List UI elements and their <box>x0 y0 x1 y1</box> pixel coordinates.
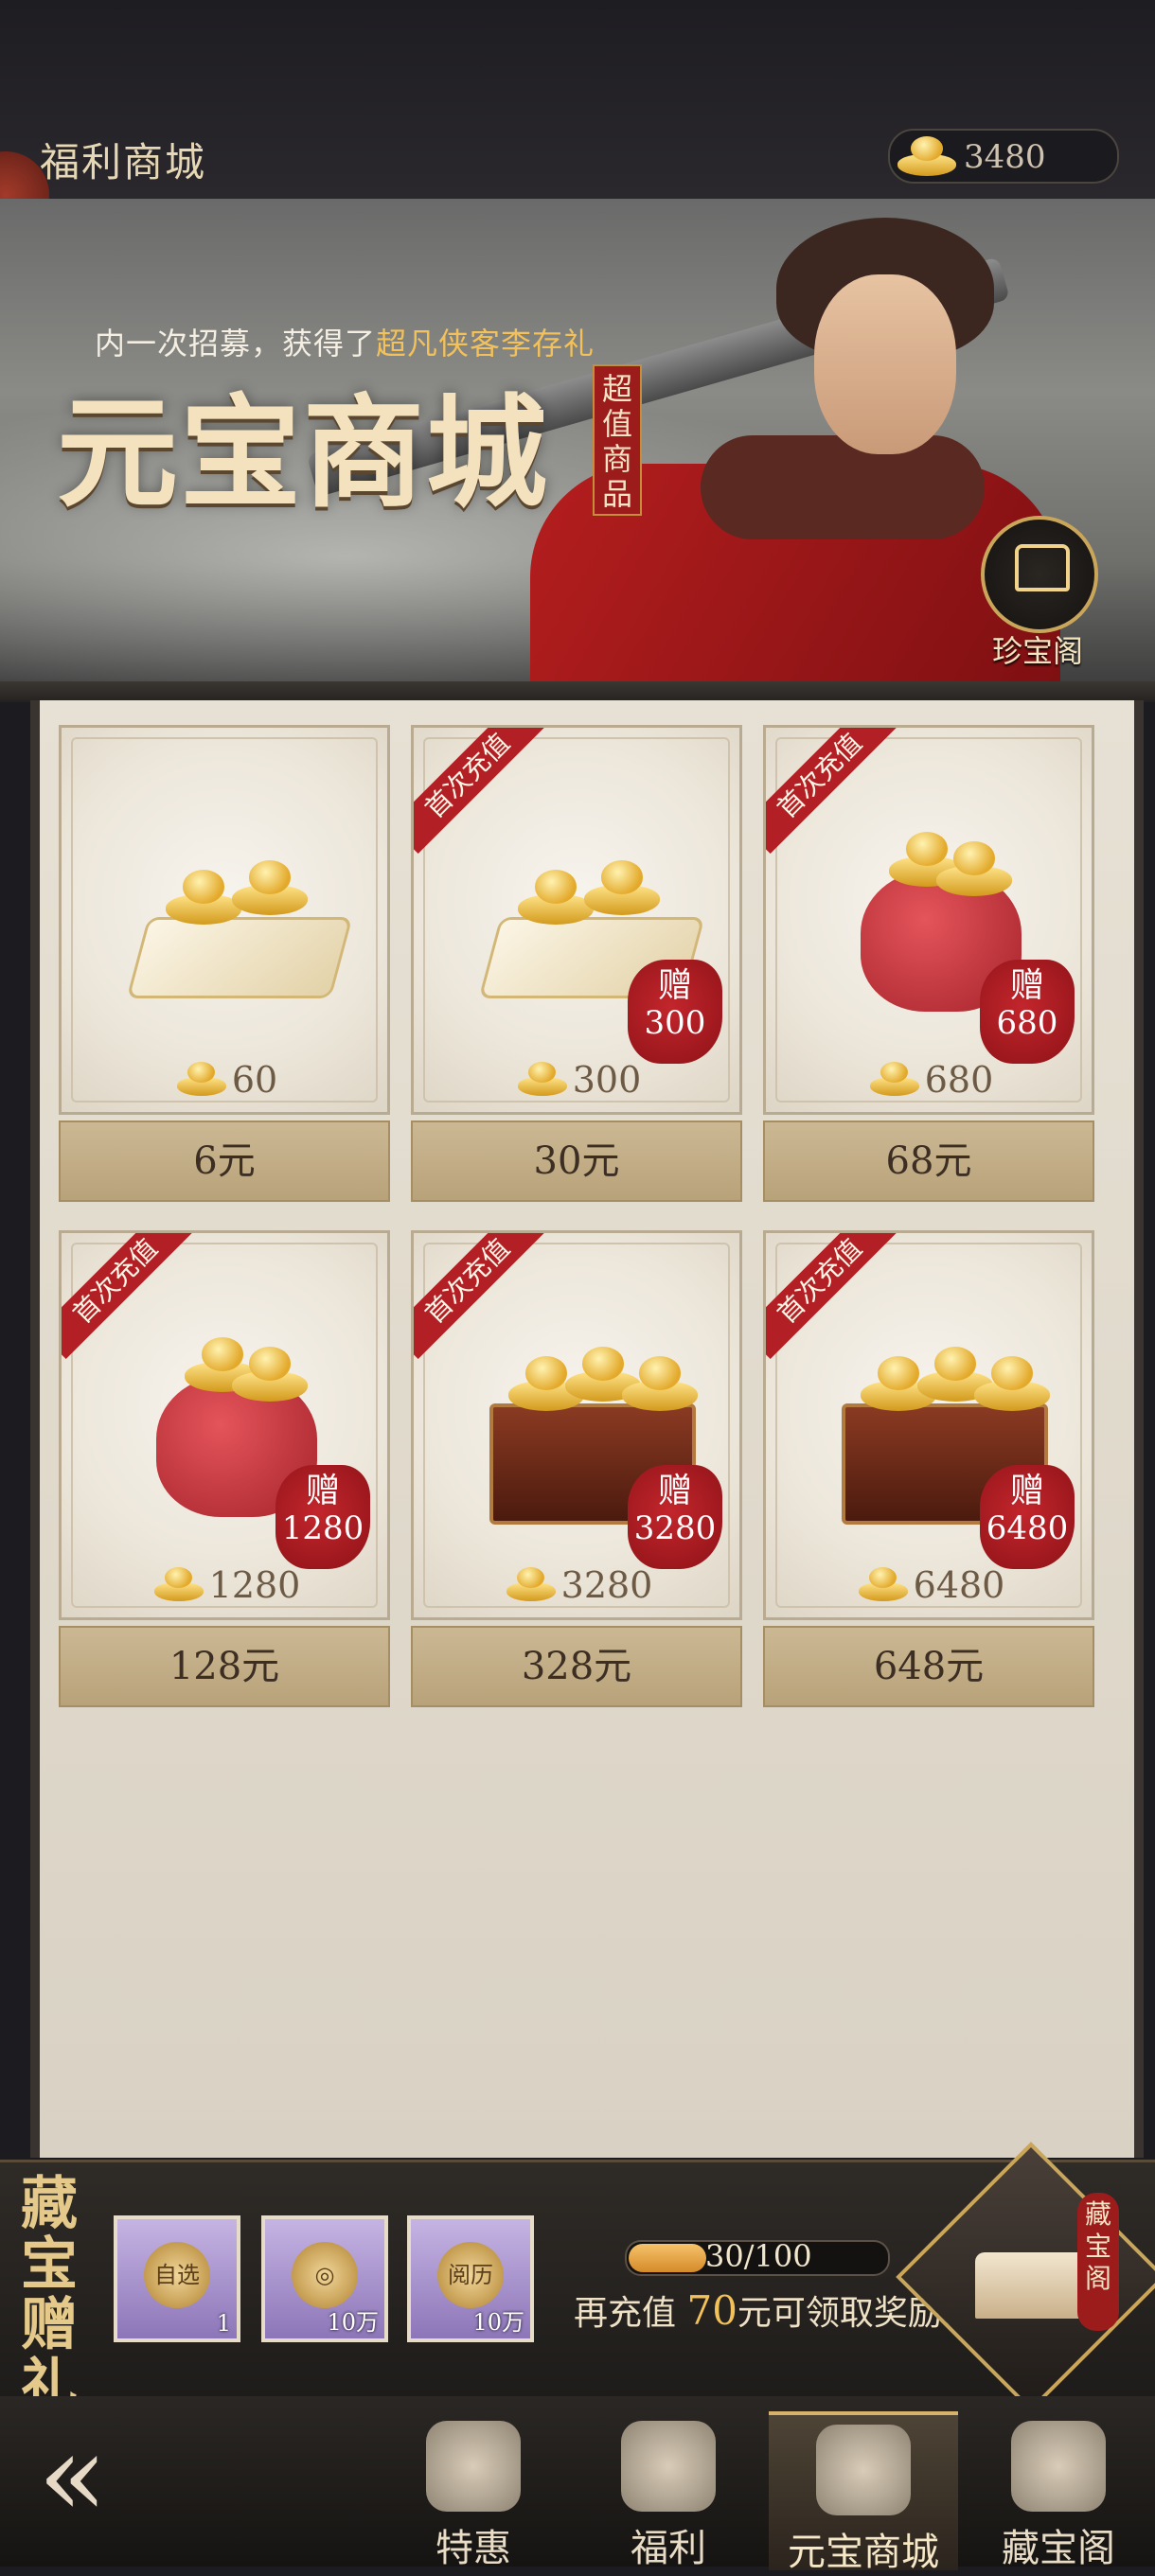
ingot-amount-row: 680 <box>766 1059 1092 1101</box>
shop-item-frame: 60 <box>59 725 390 1115</box>
gold-ingot-icon <box>176 1062 226 1096</box>
bonus-label: 赠 <box>1009 966 1044 1005</box>
recharge-amount: 70 <box>686 2287 737 2334</box>
ingot-amount: 3280 <box>560 1564 653 1606</box>
tab-label: 元宝商城 <box>788 2531 939 2574</box>
shop-item-card[interactable]: 首次充值赠 6480 6480 648元 <box>763 1230 1094 1727</box>
shop-item-frame: 首次充值赠 6480 6480 <box>763 1230 1094 1620</box>
value-tag: 超值商品 <box>593 364 642 516</box>
shop-item-card[interactable]: 首次充值赠 680 680 68元 <box>763 725 1094 1222</box>
bonus-badge: 赠 1280 <box>275 1465 370 1569</box>
recharge-prefix: 再充值 <box>574 2294 677 2333</box>
copper-coin-icon: ◎ <box>292 2242 358 2308</box>
ingot-mall-icon <box>816 2425 911 2515</box>
shop-item-frame: 首次充值赠 300 300 <box>411 725 742 1115</box>
pavilion-tag: 藏宝阁 <box>1077 2193 1119 2331</box>
treasure-pavilion-button[interactable] <box>981 516 1098 633</box>
gift-count: 10万 <box>472 2309 524 2336</box>
treasure-gift-bar: 藏宝赠礼 自选 1 ◎ 10万 阅历 10万 30/100 再充值 70元可领取… <box>0 2142 1155 2416</box>
bonus-label: 赠 <box>657 1472 692 1510</box>
ingot-amount: 300 <box>572 1059 642 1101</box>
ingot-amount-row: 60 <box>62 1059 387 1101</box>
page-title: 福利商城 <box>40 139 207 185</box>
tab-label: 福利 <box>631 2527 706 2570</box>
tab-welfare[interactable]: 福利 <box>574 2411 763 2570</box>
ingot-amount-row: 1280 <box>62 1564 387 1606</box>
gold-plate-icon <box>126 813 353 1002</box>
hero-face <box>814 274 956 454</box>
gift-box-icon <box>621 2421 716 2512</box>
tab-treasure-pavilion[interactable]: 藏宝阁 <box>964 2411 1153 2570</box>
pavilion-icon <box>1011 2421 1106 2512</box>
bonus-label: 赠 <box>1009 1472 1044 1510</box>
shop-item-card[interactable]: 首次充值赠 3280 3280 328元 <box>411 1230 742 1727</box>
top-bar: 福利商城 3480 <box>0 0 1155 238</box>
gold-ingot-icon <box>897 136 956 176</box>
price-button[interactable]: 648元 <box>763 1626 1094 1707</box>
shop-item-card[interactable]: 60 6元 <box>59 725 390 1222</box>
tab-ingot-mall[interactable]: 元宝商城 <box>769 2411 958 2574</box>
pavilion-icon <box>1015 544 1070 591</box>
shop-item-frame: 首次充值赠 680 680 <box>763 725 1094 1115</box>
recharge-message: 再充值 70元可领取奖励! <box>574 2285 955 2335</box>
promo-banner: 内一次招募，获得了超凡侠客李存礼 元宝商城 超值商品 珍宝阁 <box>0 199 1155 681</box>
ingot-amount: 1280 <box>208 1564 301 1606</box>
gold-ingot-icon <box>858 1567 908 1601</box>
gift-item-experience[interactable]: 阅历 10万 <box>407 2215 534 2342</box>
gold-ingot-icon <box>517 1062 567 1096</box>
bonus-amount: 680 <box>996 1004 1058 1042</box>
bonus-amount: 3280 <box>633 1509 717 1547</box>
gift-item-coin[interactable]: ◎ 10万 <box>261 2215 388 2342</box>
shop-item-frame: 首次充值赠 3280 3280 <box>411 1230 742 1620</box>
price-button[interactable]: 128元 <box>59 1626 390 1707</box>
ingot-amount-row: 6480 <box>766 1564 1092 1606</box>
ingot-amount: 6480 <box>913 1564 1005 1606</box>
optional-chest-icon: 自选 <box>144 2242 210 2308</box>
shop-item-frame: 首次充值赠 1280 1280 <box>59 1230 390 1620</box>
gold-ingot-icon <box>506 1567 556 1601</box>
gift-count: 10万 <box>327 2309 379 2336</box>
shop-item-card[interactable]: 首次充值赠 1280 1280 128元 <box>59 1230 390 1727</box>
hero-scarf <box>701 435 985 539</box>
back-arrow-icon[interactable]: « <box>38 2420 170 2533</box>
shop-item-card[interactable]: 首次充值赠 300 300 30元 <box>411 725 742 1222</box>
panel-divider <box>0 681 1155 702</box>
progress-fill <box>629 2244 706 2272</box>
ingot-amount: 680 <box>924 1059 994 1101</box>
gift-item-optional-chest[interactable]: 自选 1 <box>114 2215 240 2342</box>
bottom-nav: « 特惠 福利 元宝商城 藏宝阁 <box>0 2396 1155 2574</box>
tab-label: 藏宝阁 <box>1002 2527 1115 2570</box>
bonus-label: 赠 <box>657 966 692 1005</box>
price-button[interactable]: 30元 <box>411 1120 742 1202</box>
bonus-label: 赠 <box>305 1472 340 1510</box>
bonus-badge: 赠 6480 <box>980 1465 1075 1569</box>
gold-balance: 3480 <box>964 138 1046 176</box>
bonus-badge: 赠 300 <box>628 960 722 1064</box>
banner-title: 元宝商城 <box>57 382 550 524</box>
tab-label: 特惠 <box>435 2527 511 2570</box>
price-button[interactable]: 68元 <box>763 1120 1094 1202</box>
price-button[interactable]: 6元 <box>59 1120 390 1202</box>
bonus-badge: 赠 680 <box>980 960 1075 1064</box>
progress-text: 30/100 <box>705 2238 812 2274</box>
gold-ingot-icon <box>869 1062 919 1096</box>
gift-title: 藏宝赠礼 <box>21 2171 78 2419</box>
ingot-amount-row: 300 <box>414 1059 739 1101</box>
pavilion-icon <box>975 2252 1089 2319</box>
ingot-amount: 60 <box>231 1059 278 1101</box>
gold-balance-pill[interactable]: 3480 <box>888 129 1119 184</box>
gift-count: 1 <box>216 2310 231 2337</box>
tab-special-offer[interactable]: 特惠 <box>379 2411 568 2570</box>
bonus-amount: 300 <box>644 1004 706 1042</box>
lucky-bag-icon <box>426 2421 521 2512</box>
gold-ingot-icon <box>153 1567 204 1601</box>
price-button[interactable]: 328元 <box>411 1626 742 1707</box>
bonus-amount: 6480 <box>986 1509 1069 1547</box>
bonus-amount: 1280 <box>281 1509 364 1547</box>
bonus-badge: 赠 3280 <box>628 1465 722 1569</box>
ingot-amount-row: 3280 <box>414 1564 739 1606</box>
treasure-pavilion-label[interactable]: 珍宝阁 <box>992 627 1083 671</box>
experience-icon: 阅历 <box>437 2242 504 2308</box>
